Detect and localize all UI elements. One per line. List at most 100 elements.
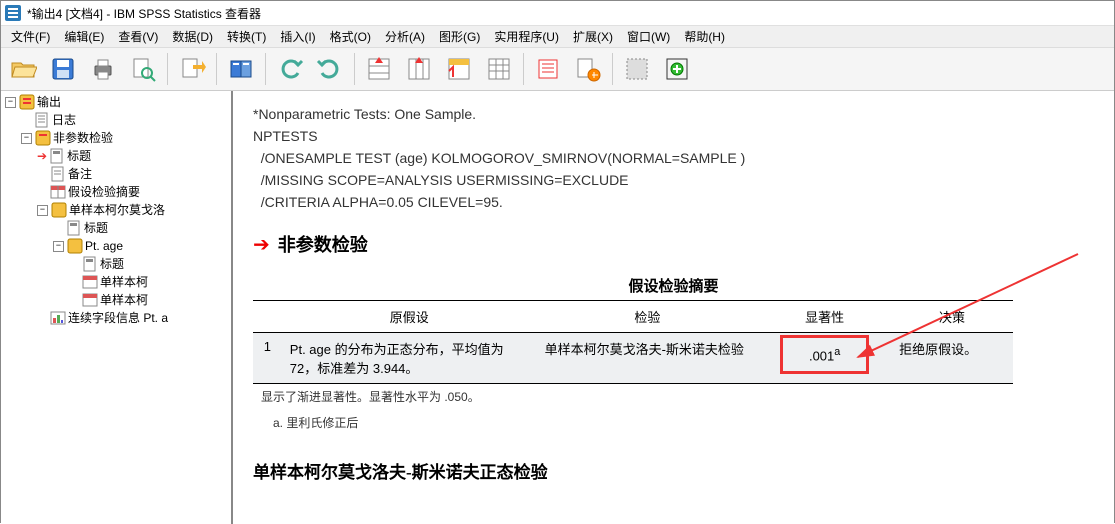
table-icon [50, 184, 66, 200]
pivot-table-block[interactable]: 假设检验摘要 原假设 检验 显著性 决策 1 Pt. age 的分布为正态分布，… [253, 275, 1094, 436]
app-icon [5, 5, 21, 21]
tree-singlek2[interactable]: 单样本柯 [3, 291, 229, 309]
print-button[interactable] [85, 51, 121, 87]
menu-transform[interactable]: 转换(T) [221, 25, 272, 48]
tree-title2[interactable]: 标题 [3, 219, 229, 237]
tree-onesample[interactable]: − 单样本柯尔莫戈洛 [3, 201, 229, 219]
tree-summary[interactable]: 假设检验摘要 [3, 183, 229, 201]
menu-analyze[interactable]: 分析(A) [379, 25, 431, 48]
footnote-line: a. 里利氏修正后 [253, 410, 1094, 436]
tree-label: Pt. age [85, 237, 123, 255]
toolbar-separator [612, 53, 613, 85]
collapse-icon[interactable]: − [53, 241, 64, 252]
collapse-icon[interactable]: − [21, 133, 32, 144]
menu-utilities[interactable]: 实用程序(U) [488, 25, 565, 48]
export-button[interactable] [174, 51, 210, 87]
folder-icon [67, 238, 83, 254]
notes-icon [50, 166, 66, 182]
section-heading[interactable]: 非参数检验 [278, 231, 368, 257]
output-icon [19, 94, 35, 110]
menubar: 文件(F) 编辑(E) 查看(V) 数据(D) 转换(T) 插入(I) 格式(O… [1, 25, 1114, 47]
tree-label: 连续字段信息 Pt. a [68, 309, 168, 327]
table-row[interactable]: 1 Pt. age 的分布为正态分布，平均值为 72，标准差为 3.944。 单… [253, 333, 1013, 384]
folder-icon [35, 130, 51, 146]
tree-label: 单样本柯尔莫戈洛 [69, 201, 165, 219]
chart-icon [50, 310, 66, 326]
run-descriptives-button[interactable] [570, 51, 606, 87]
open-button[interactable] [5, 51, 41, 87]
tree-label: 输出 [37, 93, 61, 111]
cell-test: 单样本柯尔莫戈洛夫-斯米诺夫检验 [537, 333, 759, 384]
col-header-blank [253, 301, 282, 333]
tree-title[interactable]: ➔标题 [3, 147, 229, 165]
menu-format[interactable]: 格式(O) [324, 25, 377, 48]
tree-notes[interactable]: 备注 [3, 165, 229, 183]
section-marker-icon: ➔ [253, 232, 270, 257]
syntax-line: /MISSING SCOPE=ANALYSIS USERMISSING=EXCL… [253, 169, 1094, 191]
title-icon [49, 148, 65, 164]
goto-data-button[interactable] [361, 51, 397, 87]
tree-label: 假设检验摘要 [68, 183, 140, 201]
syntax-block[interactable]: *Nonparametric Tests: One Sample. NPTEST… [253, 103, 1094, 213]
select-last-button[interactable] [530, 51, 566, 87]
tree-label: 单样本柯 [100, 291, 148, 309]
menu-window[interactable]: 窗口(W) [621, 25, 676, 48]
menu-data[interactable]: 数据(D) [166, 25, 219, 48]
col-header-decision: 决策 [891, 301, 1013, 333]
goto-variable-button[interactable] [441, 51, 477, 87]
col-header-null: 原假设 [282, 301, 537, 333]
arrow-marker-icon: ➔ [37, 147, 47, 165]
collapse-icon[interactable]: − [37, 205, 48, 216]
cell-decision: 拒绝原假设。 [891, 333, 1013, 384]
create-new-button[interactable] [659, 51, 695, 87]
tree-singlek1[interactable]: 单样本柯 [3, 273, 229, 291]
syntax-line: /ONESAMPLE TEST (age) KOLMOGOROV_SMIRNOV… [253, 147, 1094, 169]
tree-label: 标题 [84, 219, 108, 237]
tree-title3[interactable]: 标题 [3, 255, 229, 273]
save-button[interactable] [45, 51, 81, 87]
tree-continuous[interactable]: 连续字段信息 Pt. a [3, 309, 229, 327]
viewer-pane[interactable]: *Nonparametric Tests: One Sample. NPTEST… [233, 91, 1114, 524]
window-title: *输出4 [文档4] - IBM SPSS Statistics 查看器 [27, 5, 261, 22]
col-header-test: 检验 [537, 301, 759, 333]
variables-button[interactable] [481, 51, 517, 87]
sig-value: .001 [809, 348, 834, 363]
menu-insert[interactable]: 插入(I) [274, 25, 321, 48]
toolbar [1, 47, 1114, 91]
tree-log[interactable]: 日志 [3, 111, 229, 129]
pivot-table[interactable]: 原假设 检验 显著性 决策 1 Pt. age 的分布为正态分布，平均值为 72… [253, 300, 1013, 384]
cell-null-hypothesis: Pt. age 的分布为正态分布，平均值为 72，标准差为 3.944。 [282, 333, 537, 384]
title-icon [82, 256, 98, 272]
title-icon [66, 220, 82, 236]
goto-case-button[interactable] [401, 51, 437, 87]
menu-graphs[interactable]: 图形(G) [433, 25, 486, 48]
tree-label: 备注 [68, 165, 92, 183]
titlebar: *输出4 [文档4] - IBM SPSS Statistics 查看器 [1, 1, 1114, 25]
tree-nptests[interactable]: − 非参数检验 [3, 129, 229, 147]
toolbar-separator [216, 53, 217, 85]
toolbar-separator [354, 53, 355, 85]
log-icon [34, 112, 50, 128]
tree-root[interactable]: − 输出 [3, 93, 229, 111]
toolbar-separator [523, 53, 524, 85]
preview-button[interactable] [125, 51, 161, 87]
pivot-caption: 假设检验摘要 [253, 275, 1094, 296]
tree-label: 非参数检验 [53, 129, 113, 147]
menu-file[interactable]: 文件(F) [5, 25, 56, 48]
table-icon [82, 292, 98, 308]
redo-button[interactable] [312, 51, 348, 87]
menu-view[interactable]: 查看(V) [112, 25, 164, 48]
folder-icon [51, 202, 67, 218]
designate-window-button[interactable] [619, 51, 655, 87]
toolbar-separator [167, 53, 168, 85]
section-heading-2[interactable]: 单样本柯尔莫戈洛夫-斯米诺夫正态检验 [253, 458, 1094, 483]
tree-ptage[interactable]: − Pt. age [3, 237, 229, 255]
outline-pane[interactable]: −输出 日志 −非参数检验 ➔标题 备注 假设检验摘要 −单样本柯尔莫戈洛 标题… [1, 91, 233, 524]
menu-extensions[interactable]: 扩展(X) [567, 25, 619, 48]
undo-button[interactable] [272, 51, 308, 87]
cell-sig: .001a [758, 333, 891, 384]
menu-edit[interactable]: 编辑(E) [58, 25, 110, 48]
dialog-recall-button[interactable] [223, 51, 259, 87]
collapse-icon[interactable]: − [5, 97, 16, 108]
menu-help[interactable]: 帮助(H) [678, 25, 731, 48]
